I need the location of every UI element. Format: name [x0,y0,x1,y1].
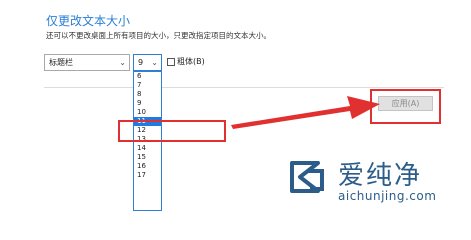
watermark: 爱纯净 aichunjing.com [288,153,471,209]
watermark-brand: 爱纯净 [338,161,423,191]
watermark-logo-icon [290,161,324,193]
watermark-url: aichunjing.com [338,189,437,203]
